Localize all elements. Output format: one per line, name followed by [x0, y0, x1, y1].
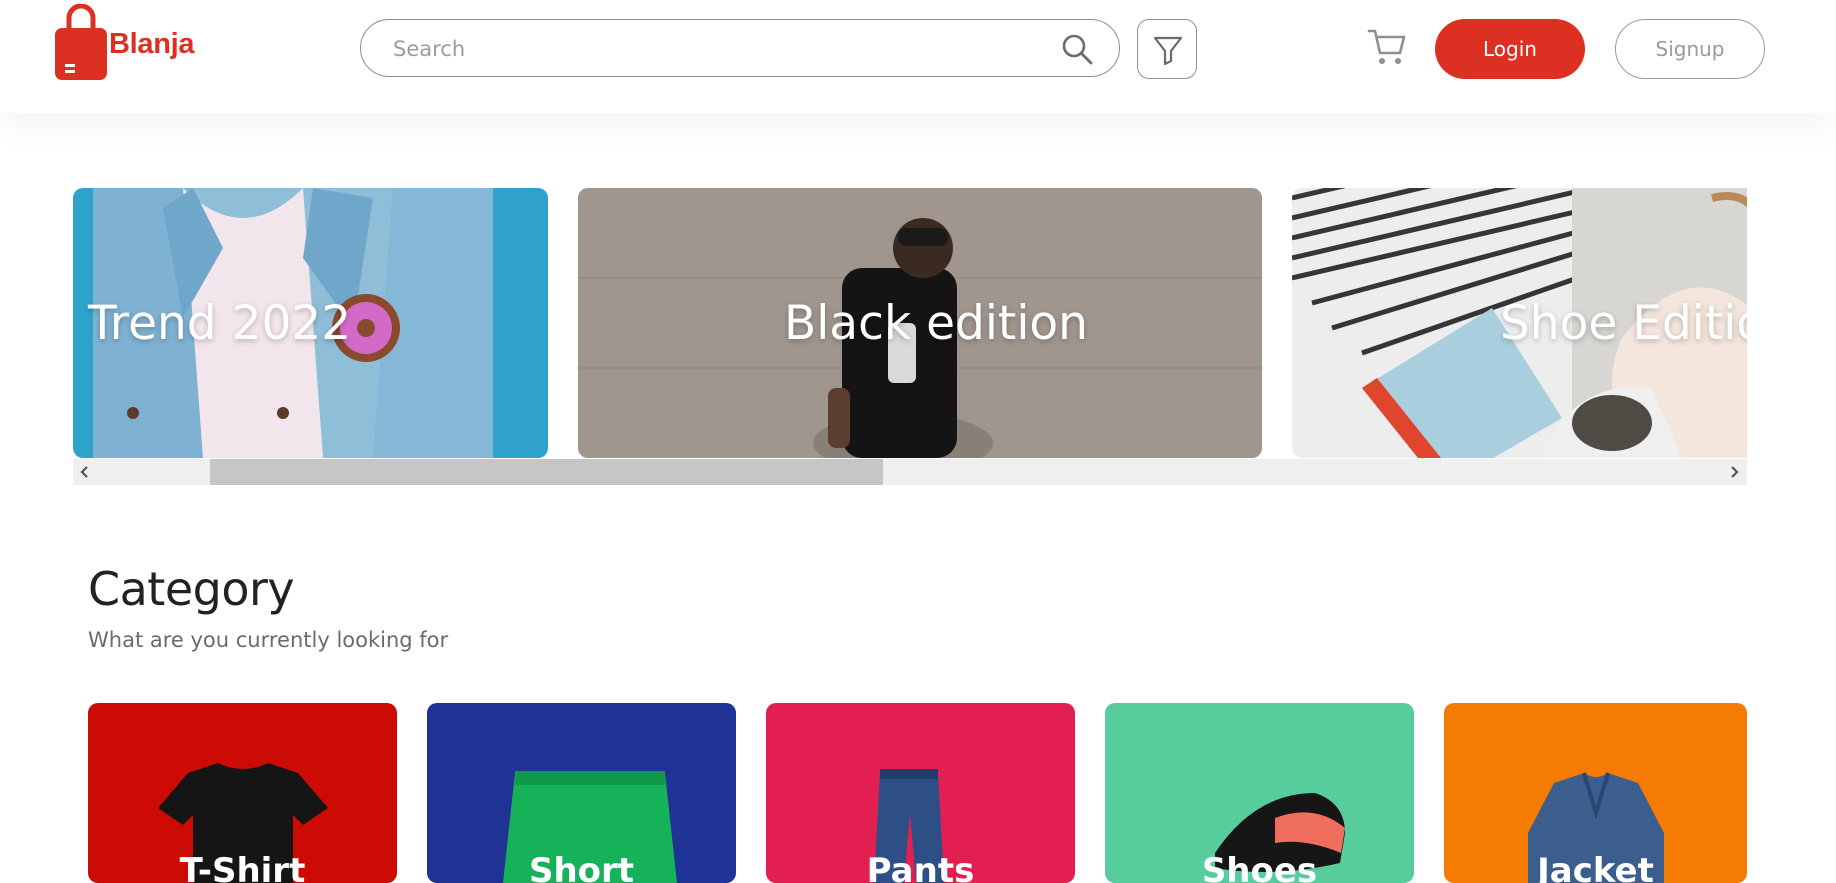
chevron-right-icon[interactable] — [1727, 465, 1741, 479]
category-label: Short — [528, 851, 635, 883]
navbar: Blanja Login Signup — [0, 0, 1836, 113]
search-icon[interactable] — [1061, 33, 1093, 65]
category-card-jacket[interactable]: Jacket — [1444, 703, 1747, 883]
search-input[interactable] — [391, 20, 1045, 78]
signup-button[interactable]: Signup — [1615, 19, 1765, 79]
banner-black-edition-title: Black edition — [784, 295, 1088, 351]
category-label: Pants — [866, 851, 975, 883]
category-label: Shoes — [1201, 851, 1318, 883]
carousel-scrollbar[interactable] — [73, 459, 1747, 485]
brand-name: Blanja — [109, 28, 195, 60]
category-subtitle: What are you currently looking for — [88, 628, 449, 652]
category-card-pants[interactable]: Pants — [766, 703, 1075, 883]
category-card-short[interactable]: Short — [427, 703, 736, 883]
category-label: Jacket — [1537, 851, 1654, 883]
category-card-tshirt[interactable]: T-Shirt — [88, 703, 397, 883]
shopping-bag-icon — [55, 4, 107, 80]
filter-icon — [1153, 36, 1183, 66]
scrollbar-thumb[interactable] — [210, 459, 883, 485]
banner-shoe-edition-title: Shoe Edition — [1500, 295, 1747, 351]
promo-carousel[interactable]: Trend 2022 Black edition Shoe Editi — [73, 188, 1747, 485]
banner-trend-title: Trend 2022 — [88, 295, 352, 351]
cart-icon[interactable] — [1367, 27, 1407, 67]
category-title: Category — [88, 562, 295, 616]
brand-logo[interactable]: Blanja — [53, 4, 213, 82]
category-card-shoes[interactable]: Shoes — [1105, 703, 1414, 883]
category-label: T-Shirt — [179, 851, 306, 883]
login-button[interactable]: Login — [1435, 19, 1585, 79]
search-bar — [360, 19, 1120, 78]
filter-button[interactable] — [1137, 19, 1197, 79]
chevron-left-icon[interactable] — [78, 465, 92, 479]
